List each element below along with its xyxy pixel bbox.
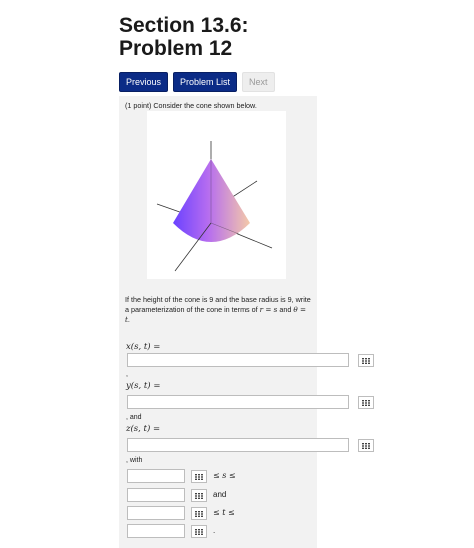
previous-button[interactable]: Previous (119, 72, 169, 92)
z-label-math: z(s, t) = (126, 424, 161, 434)
cone-image (156, 141, 273, 272)
y-answer-input[interactable] (127, 395, 349, 409)
t-relation: ≤ t ≤ (213, 508, 235, 517)
comma-and: , and (126, 414, 142, 421)
question-text: If the height of the cone is 9 and the b… (125, 295, 311, 325)
keypad-icon[interactable] (191, 470, 207, 483)
title-line-2: Problem 12 (119, 37, 233, 60)
problem-nav: Previous Problem List Next (119, 72, 275, 92)
x-label: x(s, t) = (126, 342, 160, 352)
problem-panel: (1 point) Consider the cone shown below. (119, 96, 374, 548)
x-answer-input[interactable] (127, 353, 349, 367)
keypad-icon[interactable] (191, 507, 207, 520)
and-word: and (279, 305, 292, 314)
s-lower-input[interactable] (127, 469, 185, 483)
end-period: . (213, 526, 216, 535)
keypad-icon[interactable] (191, 489, 207, 502)
z-label: z(s, t) = (126, 424, 160, 434)
s-relation: ≤ s ≤ (213, 471, 236, 480)
y-label-math: y(s, t) = (126, 381, 161, 391)
comma-with: , with (126, 457, 143, 464)
cone-figure (147, 111, 286, 279)
s-upper-input[interactable] (127, 488, 185, 502)
t-upper-input[interactable] (127, 524, 185, 538)
keypad-icon[interactable] (358, 439, 374, 452)
title-line-1: Section 13.6: (119, 14, 249, 37)
question-period: . (127, 315, 130, 324)
next-button[interactable]: Next (242, 72, 275, 92)
r-equals-s: r = s (259, 305, 278, 314)
keypad-icon[interactable] (191, 525, 207, 538)
z-answer-input[interactable] (127, 438, 349, 452)
problem-list-button[interactable]: Problem List (173, 72, 238, 92)
y-label: y(s, t) = (126, 381, 160, 391)
page-title: Section 13.6: Problem 12 (119, 14, 249, 60)
and-text: and (213, 490, 227, 499)
comma-1: , (126, 371, 128, 378)
t-lower-input[interactable] (127, 506, 185, 520)
x-label-math: x(s, t) = (126, 342, 161, 352)
keypad-icon[interactable] (358, 354, 374, 367)
keypad-icon[interactable] (358, 396, 374, 409)
problem-prompt: (1 point) Consider the cone shown below. (125, 101, 257, 110)
